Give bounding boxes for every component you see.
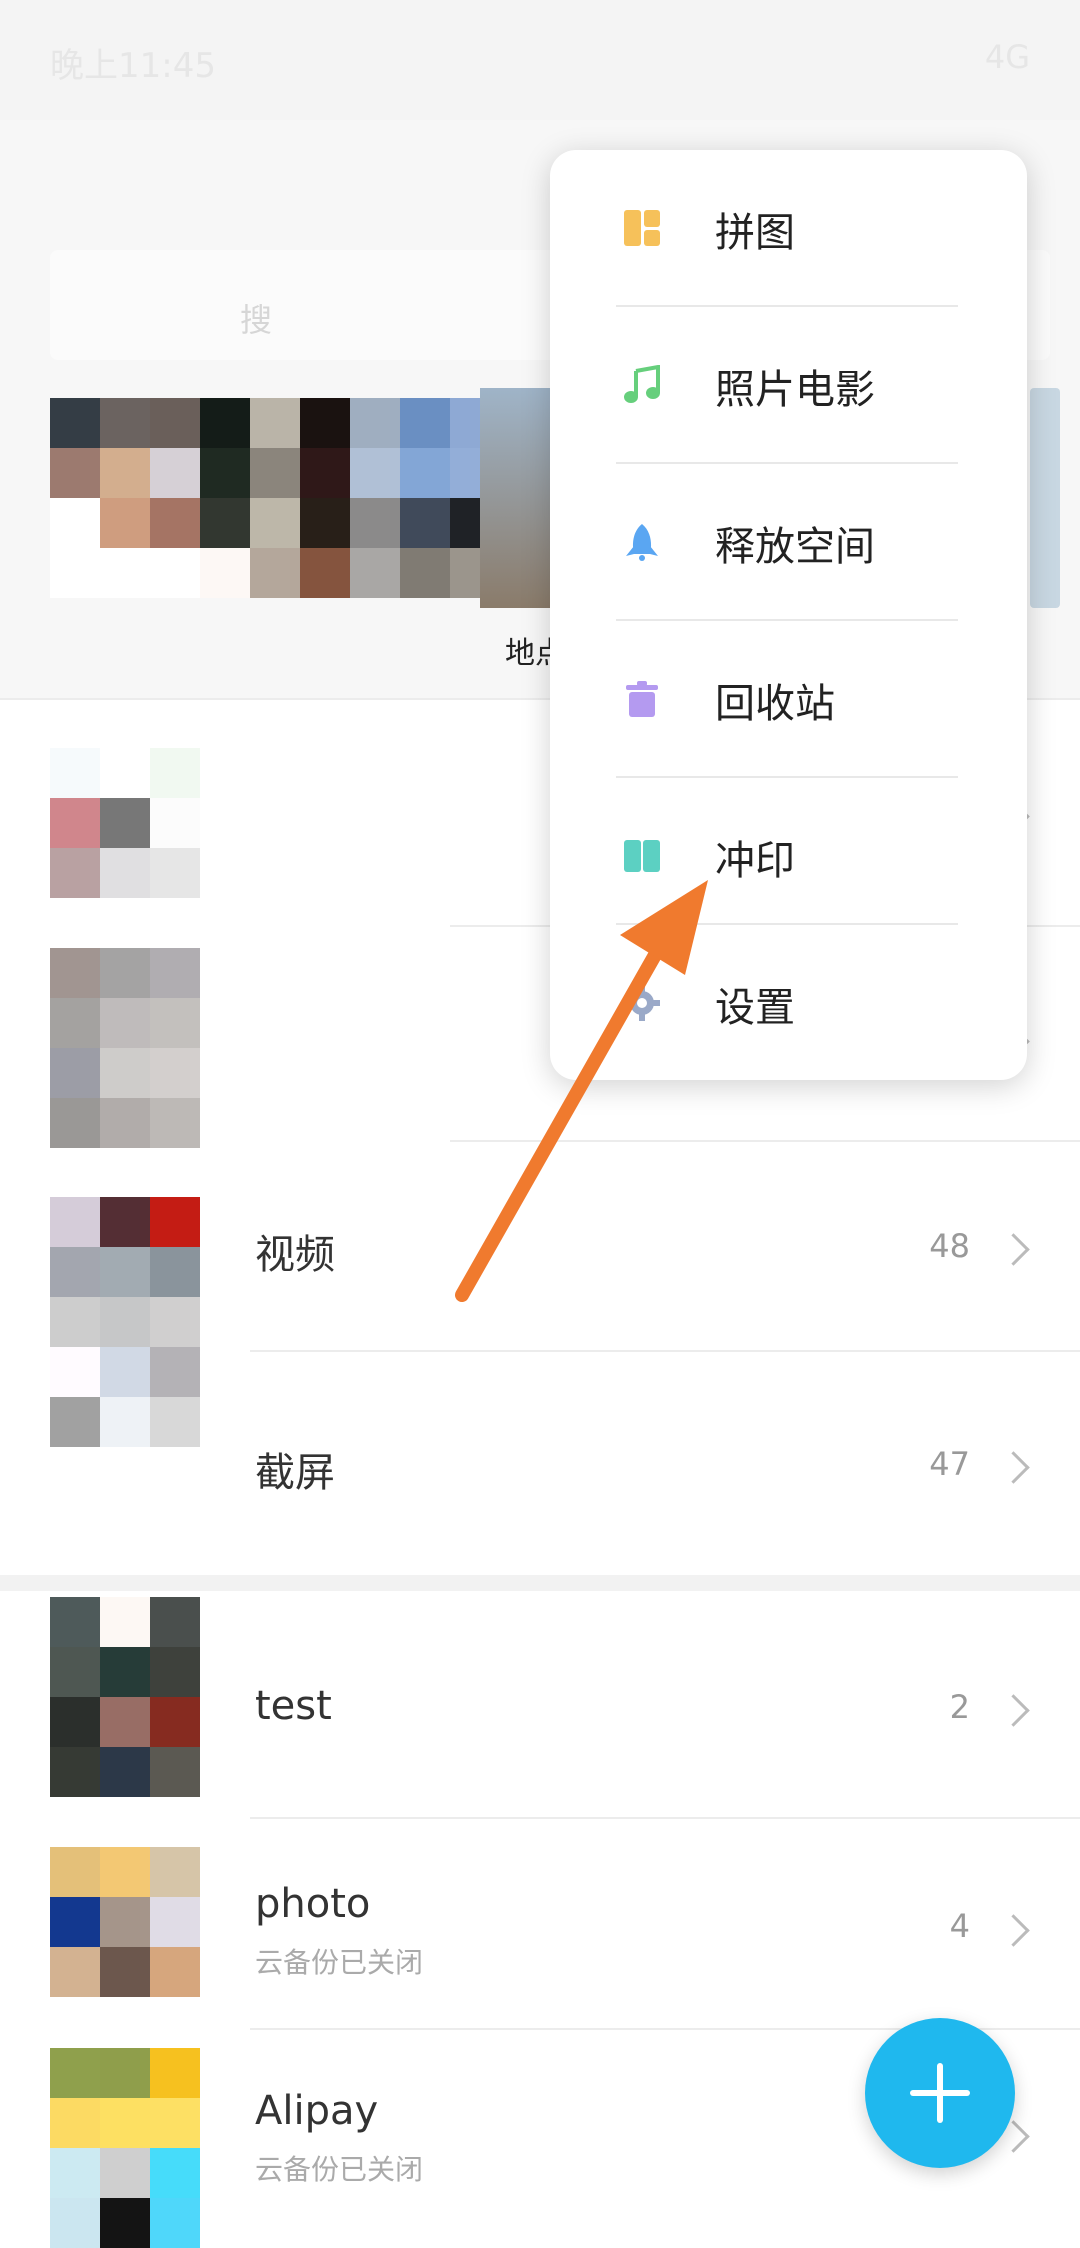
- annotation-arrow: [455, 880, 708, 1302]
